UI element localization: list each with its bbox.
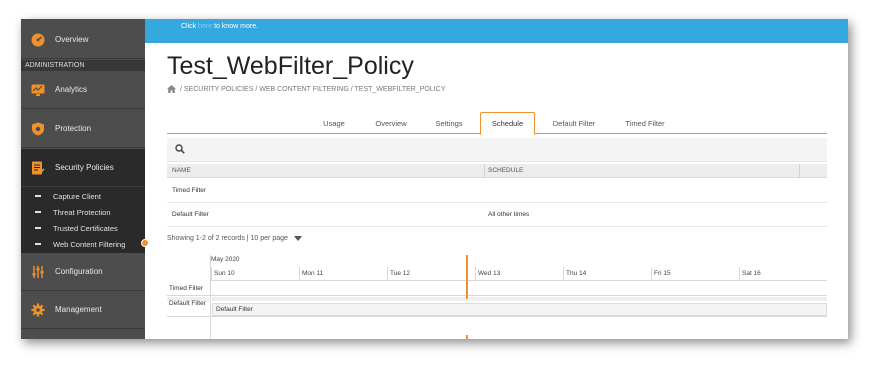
calendar-month: May 2020 xyxy=(211,256,240,263)
subnav-item-trusted-certificates[interactable]: Trusted Certificates xyxy=(21,220,145,236)
chevron-down-icon[interactable] xyxy=(293,236,302,241)
current-time-indicator xyxy=(466,255,468,299)
sidebar-item-analytics[interactable]: Analytics xyxy=(21,71,145,109)
subnav-item-web-content-filtering[interactable]: Web Content Filtering xyxy=(21,236,145,252)
sidebar: Overview ADMINISTRATION Analytics Protec… xyxy=(21,19,145,339)
app-window: Overview ADMINISTRATION Analytics Protec… xyxy=(21,19,848,339)
table-row[interactable]: Default Filter All other times xyxy=(167,203,827,227)
calendar-row-gap xyxy=(167,297,827,301)
main-content: Test_WebFilter_Policy / SECURITY POLICIE… xyxy=(145,43,848,339)
calendar-day: Fri 15 xyxy=(651,267,739,281)
calendar-day: Sun 10 xyxy=(211,267,299,281)
calendar-day: Mon 11 xyxy=(299,267,387,281)
shield-icon xyxy=(31,122,45,136)
home-icon[interactable] xyxy=(167,85,176,93)
sidebar-item-label: Overview xyxy=(55,35,89,44)
calendar-row-timed-filter: Timed Filter xyxy=(167,281,827,296)
calendar-row-label: Timed Filter xyxy=(169,285,204,292)
section-header-administration: ADMINISTRATION xyxy=(21,60,145,71)
dashboard-icon xyxy=(31,33,45,47)
calendar-day: Tue 12 xyxy=(387,267,475,281)
subnav-label: Web Content Filtering xyxy=(53,239,126,249)
cell-name: Default Filter xyxy=(172,211,209,218)
tab-overview[interactable]: Overview xyxy=(364,112,418,134)
sidebar-item-configuration[interactable]: Configuration xyxy=(21,253,145,291)
sidebar-item-protection[interactable]: Protection xyxy=(21,110,145,148)
table-row[interactable]: Timed Filter xyxy=(167,179,827,203)
sidebar-item-management[interactable]: Management xyxy=(21,291,145,329)
page-title: Test_WebFilter_Policy xyxy=(167,52,414,80)
bullet-dash xyxy=(35,243,41,245)
sliders-icon xyxy=(31,265,45,279)
gear-icon xyxy=(31,303,45,317)
tab-settings[interactable]: Settings xyxy=(423,112,475,134)
calendar-day-header: Sun 10 Mon 11 Tue 12 Wed 13 Thu 14 Fri 1… xyxy=(211,267,827,281)
subnav-label: Capture Client xyxy=(53,191,101,201)
sidebar-item-label: Management xyxy=(55,305,102,314)
banner-text: Click here to know more. xyxy=(181,23,258,30)
banner-prefix: Click xyxy=(181,23,199,30)
current-time-indicator xyxy=(466,335,468,339)
sidebar-item-label: Security Policies xyxy=(55,163,114,172)
pager-text: Showing 1-2 of 2 records | 10 per page xyxy=(167,235,288,242)
bullet-dash xyxy=(35,227,41,229)
subnav-label: Threat Protection xyxy=(53,207,111,217)
tab-usage[interactable]: Usage xyxy=(307,112,361,134)
column-header-schedule[interactable]: SCHEDULE xyxy=(488,167,523,174)
calendar-day: Sat 16 xyxy=(739,267,827,281)
column-divider xyxy=(799,164,800,178)
calendar-row-label: Default Filter xyxy=(169,300,206,307)
column-divider xyxy=(484,164,485,178)
table-header: NAME SCHEDULE xyxy=(167,164,827,178)
cell-schedule: All other times xyxy=(488,211,530,218)
monitor-icon xyxy=(31,83,45,97)
breadcrumb: / SECURITY POLICIES / WEB CONTENT FILTER… xyxy=(167,85,445,93)
calendar-event[interactable]: Default Filter xyxy=(212,303,827,316)
banner-link[interactable]: here xyxy=(198,23,212,30)
tab-schedule[interactable]: Schedule xyxy=(480,112,535,135)
cell-name: Timed Filter xyxy=(172,187,207,194)
banner-suffix: to know more. xyxy=(212,23,259,30)
calendar-day: Wed 13 xyxy=(475,267,563,281)
subnav-item-capture-client[interactable]: Capture Client xyxy=(21,188,145,204)
sidebar-item-label: Configuration xyxy=(55,267,103,276)
sidebar-subnav: Capture Client Threat Protection Trusted… xyxy=(21,187,145,253)
bullet-dash xyxy=(35,195,41,197)
subnav-item-threat-protection[interactable]: Threat Protection xyxy=(21,204,145,220)
policy-icon xyxy=(31,161,45,175)
schedule-calendar: May 2020 Sun 10 Mon 11 Tue 12 Wed 13 Thu… xyxy=(167,255,827,339)
calendar-day: Thu 14 xyxy=(563,267,651,281)
info-banner: Click here to know more. xyxy=(145,19,848,43)
tab-timed-filter[interactable]: Timed Filter xyxy=(615,112,675,134)
search-bar[interactable] xyxy=(167,138,827,162)
bullet-dash xyxy=(35,211,41,213)
sidebar-item-overview[interactable]: Overview xyxy=(21,21,145,59)
tab-bar: Usage Overview Settings Schedule Default… xyxy=(167,112,827,135)
search-icon[interactable] xyxy=(175,144,185,154)
breadcrumb-path[interactable]: / SECURITY POLICIES / WEB CONTENT FILTER… xyxy=(180,86,445,93)
sidebar-item-security-policies[interactable]: Security Policies xyxy=(21,149,145,187)
sidebar-item-label: Analytics xyxy=(55,85,88,94)
sidebar-item-label: Protection xyxy=(55,124,92,133)
subnav-label: Trusted Certificates xyxy=(53,223,118,233)
pagination-info[interactable]: Showing 1-2 of 2 records | 10 per page xyxy=(167,235,302,242)
tab-default-filter[interactable]: Default Filter xyxy=(541,112,607,134)
column-header-name[interactable]: NAME xyxy=(172,167,191,174)
